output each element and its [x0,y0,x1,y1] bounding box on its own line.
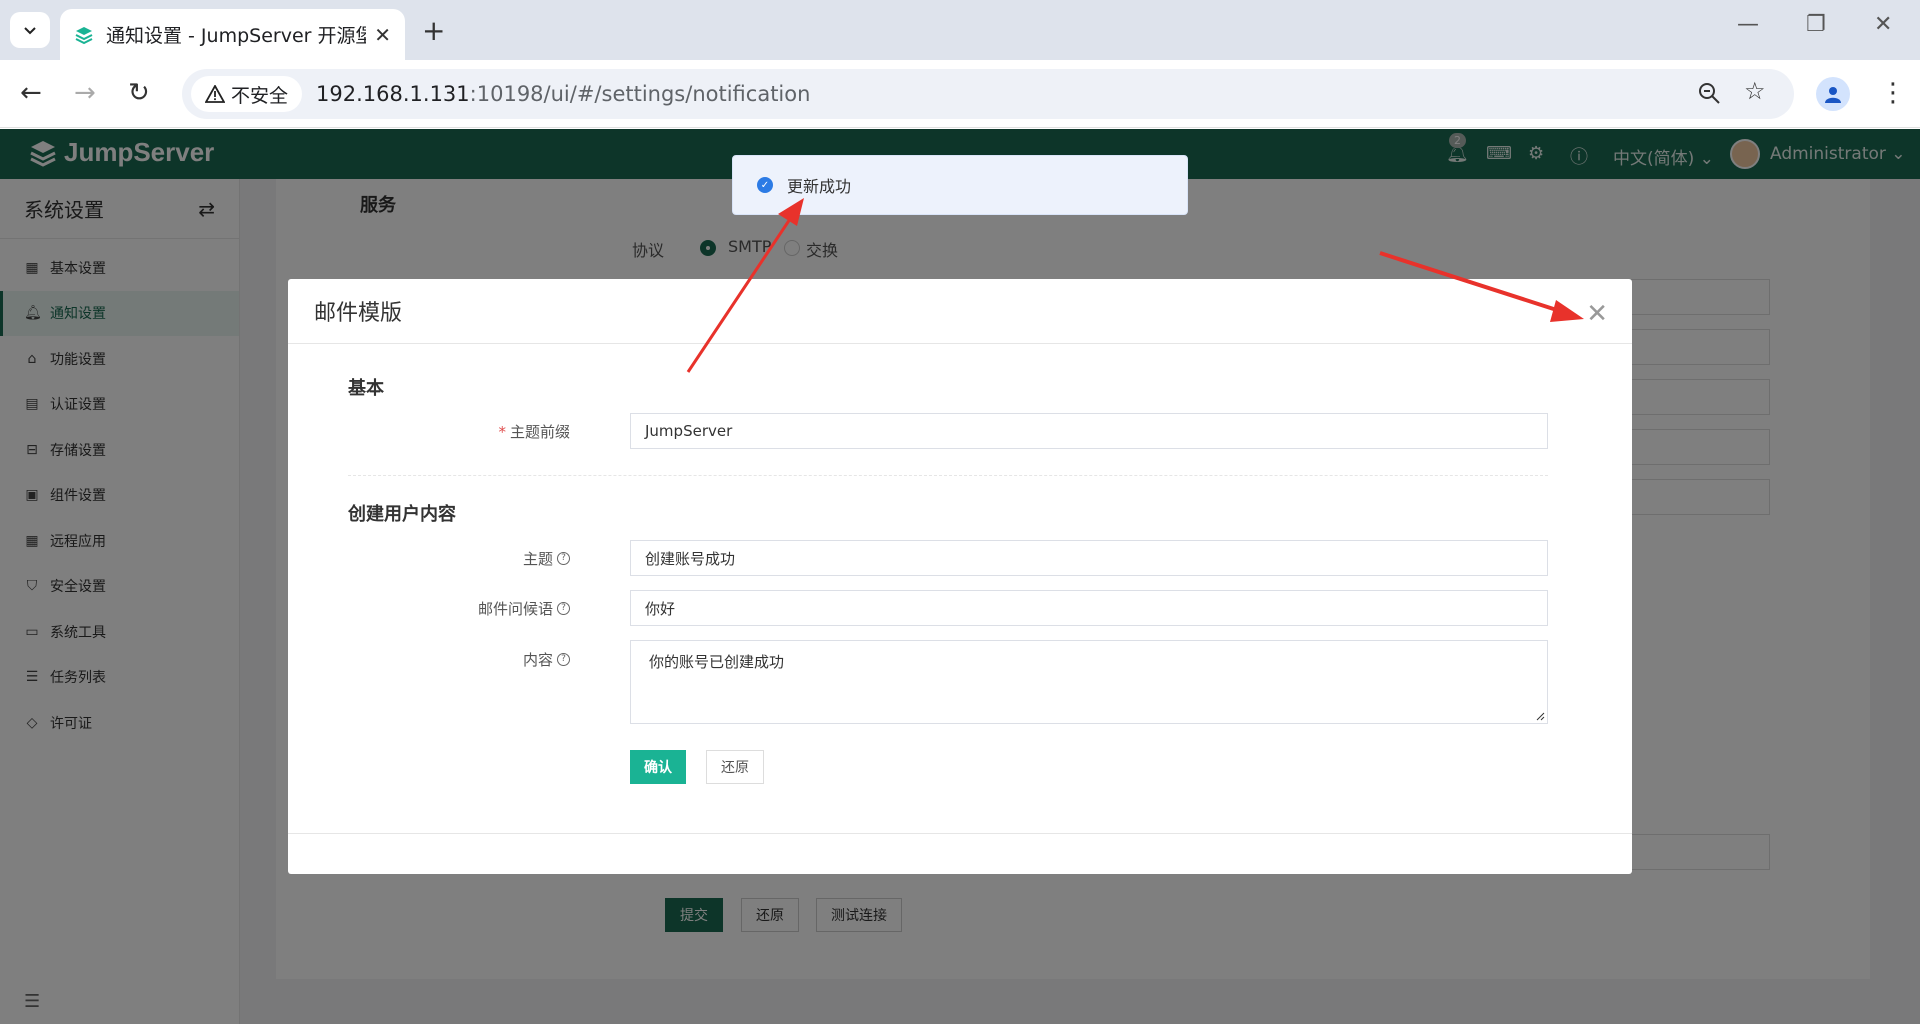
bookmark-star-icon[interactable]: ☆ [1744,77,1766,105]
url-text: 192.168.1.131:10198/ui/#/settings/notifi… [316,82,810,106]
subject-value: 创建账号成功 [645,549,736,568]
subject-prefix-input[interactable]: JumpServer [630,413,1548,449]
close-icon[interactable]: ✕ [1586,299,1608,329]
warning-icon [205,85,225,103]
subject-prefix-label: * 主题前缀 [498,422,570,442]
forward-icon[interactable]: → [74,78,96,108]
security-label: 不安全 [231,84,289,107]
help-icon[interactable]: ? [557,552,570,565]
tab-title: 通知设置 - JumpServer 开源堡 [106,25,367,47]
greeting-label-text: 邮件问候语 [477,600,553,618]
resize-handle-icon[interactable] [1535,711,1545,721]
content-textarea[interactable]: 你的账号已创建成功 [630,640,1548,724]
help-icon[interactable]: ? [557,602,570,615]
security-chip[interactable]: 不安全 [191,76,303,112]
section-create-user-title: 创建用户内容 [348,504,456,525]
subject-prefix-label-text: 主题前缀 [509,423,570,441]
reload-icon[interactable]: ↻ [128,78,150,108]
section-divider [348,475,1548,476]
dialog-title: 邮件模版 [314,301,403,326]
check-circle-icon: ✓ [757,177,773,193]
section-basic-title: 基本 [348,378,384,399]
chevron-down-icon [24,27,36,35]
content-label-text: 内容 [522,651,553,669]
confirm-button[interactable]: 确认 [630,750,686,784]
email-template-dialog: 邮件模版 ✕ 基本 * 主题前缀 JumpServer 创建用户内容 主题? 创建… [288,279,1632,874]
success-toast: ✓ 更新成功 [732,155,1188,215]
browser-tab[interactable]: 通知设置 - JumpServer 开源堡 ✕ [60,9,405,60]
zoom-icon[interactable] [1697,81,1721,105]
greeting-label: 邮件问候语? [478,598,570,619]
tab-close-icon[interactable]: ✕ [374,23,391,47]
back-icon[interactable]: ← [20,78,42,108]
subject-prefix-value: JumpServer [645,422,733,440]
address-bar[interactable]: 不安全 192.168.1.131:10198/ui/#/settings/no… [182,69,1794,119]
tab-search-button[interactable] [10,12,50,48]
subject-label: 主题? [523,548,570,569]
close-window-icon[interactable]: ✕ [1874,12,1892,37]
toast-message: 更新成功 [787,177,852,196]
jumpserver-favicon-icon [75,26,93,44]
browser-toolbar: ← → ↻ 不安全 192.168.1.131:10198/ui/#/setti… [0,60,1920,128]
url-host: 192.168.1.131 [316,82,470,106]
dialog-header: 邮件模版 ✕ [288,279,1632,344]
url-path: :10198/ui/#/settings/notification [469,82,811,106]
profile-icon[interactable] [1816,77,1850,111]
new-tab-icon[interactable]: + [422,14,445,47]
dialog-footer [288,833,1632,834]
greeting-input[interactable]: 你好 [630,590,1548,626]
help-icon[interactable]: ? [557,653,570,666]
content-value: 你的账号已创建成功 [649,653,785,671]
subject-label-text: 主题 [522,550,553,568]
minimize-icon[interactable]: — [1737,12,1759,37]
browser-menu-icon[interactable]: ⋮ [1880,78,1906,108]
greeting-value: 你好 [645,599,676,618]
restore-icon[interactable]: ❐ [1806,12,1826,37]
content-label: 内容? [523,649,570,670]
browser-tabstrip: 通知设置 - JumpServer 开源堡 ✕ + — ❐ ✕ [0,0,1920,60]
subject-input[interactable]: 创建账号成功 [630,540,1548,576]
reset-button[interactable]: 还原 [706,750,764,784]
